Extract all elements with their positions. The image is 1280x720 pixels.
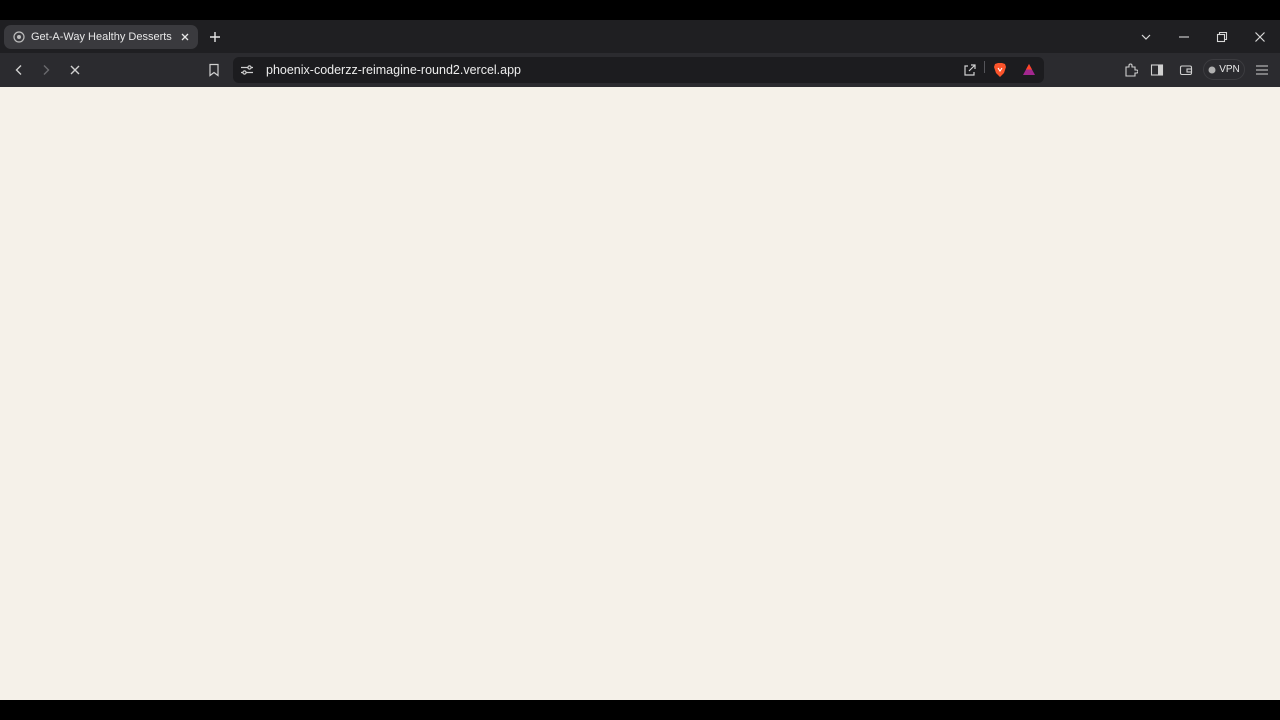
wallet-button[interactable] bbox=[1177, 61, 1195, 79]
wallet-icon bbox=[1179, 65, 1193, 76]
extensions-icon bbox=[1125, 63, 1138, 77]
restore-icon bbox=[1216, 31, 1228, 43]
screen-top-border bbox=[0, 0, 1280, 20]
tab-search-icon bbox=[1141, 34, 1151, 40]
bookmark-button[interactable] bbox=[205, 61, 223, 79]
site-settings-icon[interactable] bbox=[238, 61, 256, 79]
back-button[interactable] bbox=[10, 61, 28, 79]
restore-button[interactable] bbox=[1213, 28, 1231, 46]
vpn-label: VPN bbox=[1219, 64, 1240, 75]
forward-button[interactable] bbox=[37, 61, 55, 79]
chevron-right-icon bbox=[43, 65, 50, 75]
tab-title: Get-A-Way Healthy Desserts bbox=[31, 31, 172, 43]
sidebar-icon bbox=[1150, 64, 1164, 76]
stop-loading-button[interactable] bbox=[66, 61, 84, 79]
close-icon bbox=[1255, 32, 1265, 42]
page-content bbox=[0, 87, 1280, 700]
hamburger-menu-icon bbox=[1256, 65, 1268, 75]
screen-bottom-border bbox=[0, 700, 1280, 720]
brave-shields-icon[interactable] bbox=[991, 61, 1009, 79]
vpn-status-icon bbox=[1208, 66, 1216, 73]
brave-rewards-icon[interactable] bbox=[1020, 61, 1038, 79]
plus-icon bbox=[210, 32, 220, 42]
minimize-icon bbox=[1179, 36, 1189, 38]
stop-loading-icon bbox=[70, 65, 80, 75]
menu-button[interactable] bbox=[1253, 61, 1271, 79]
vpn-button[interactable]: VPN bbox=[1203, 59, 1245, 80]
chevron-left-icon bbox=[15, 65, 22, 75]
browser-toolbar: phoenix-coderzz-reimagine-round2.vercel.… bbox=[0, 53, 1280, 87]
url-text[interactable]: phoenix-coderzz-reimagine-round2.vercel.… bbox=[266, 63, 521, 77]
tab-close-icon[interactable] bbox=[178, 30, 192, 44]
tab-search-button[interactable] bbox=[1137, 28, 1155, 46]
new-tab-button[interactable] bbox=[207, 29, 223, 45]
close-window-button[interactable] bbox=[1251, 28, 1269, 46]
tab-strip: Get-A-Way Healthy Desserts bbox=[0, 20, 1280, 53]
bookmark-icon bbox=[209, 63, 219, 77]
address-bar-divider bbox=[984, 61, 985, 73]
extensions-button[interactable] bbox=[1122, 61, 1140, 79]
globe-icon bbox=[13, 31, 25, 43]
tab-active[interactable]: Get-A-Way Healthy Desserts bbox=[4, 25, 198, 49]
share-icon[interactable] bbox=[961, 61, 979, 79]
address-bar[interactable]: phoenix-coderzz-reimagine-round2.vercel.… bbox=[233, 57, 1044, 83]
minimize-button[interactable] bbox=[1175, 28, 1193, 46]
sidebar-button[interactable] bbox=[1148, 61, 1166, 79]
